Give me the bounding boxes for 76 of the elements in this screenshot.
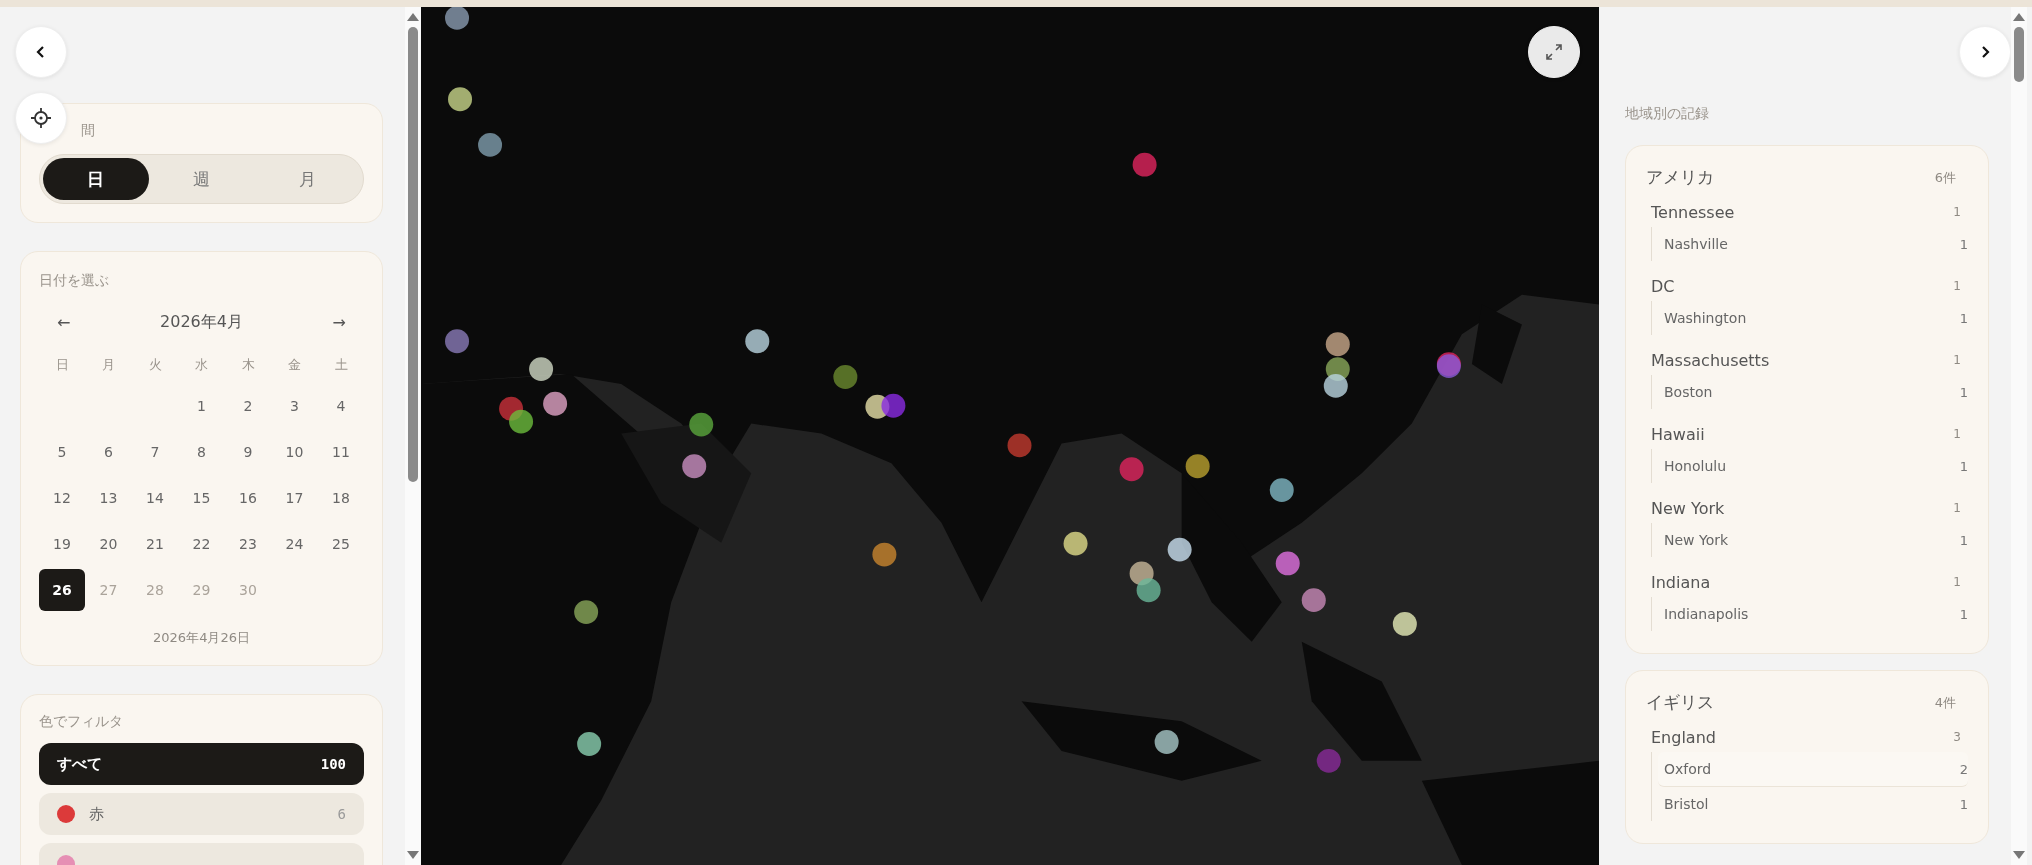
calendar-day[interactable]: 3 — [271, 385, 318, 427]
period-option[interactable]: 週 — [148, 158, 255, 200]
calendar-day[interactable]: 24 — [271, 523, 318, 565]
calendar-day[interactable]: 8 — [178, 431, 225, 473]
color-filter-item[interactable]: 赤 6 — [39, 793, 364, 835]
calendar-day[interactable]: 11 — [318, 431, 364, 473]
scrollbar[interactable] — [2011, 7, 2027, 865]
city-row[interactable]: Nashville 1 — [1658, 227, 1968, 261]
locate-button[interactable] — [15, 92, 67, 144]
selected-date: 2026年4月26日 — [152, 629, 251, 647]
calendar-day[interactable]: 5 — [39, 431, 85, 473]
record-count: 6件 — [1934, 168, 1956, 187]
expand-icon — [1544, 42, 1564, 62]
calendar-day[interactable]: 7 — [132, 431, 178, 473]
calendar-day[interactable]: 2 — [225, 385, 271, 427]
country-name: イギリス — [1646, 691, 1714, 714]
region-name: DC — [1651, 276, 1675, 296]
calendar-day[interactable]: 13 — [85, 477, 132, 519]
record-count: 1 — [1953, 279, 1961, 293]
city-row[interactable]: Honolulu 1 — [1658, 449, 1968, 483]
region-name: Massachusetts — [1651, 350, 1770, 370]
calendar-day[interactable]: 16 — [225, 477, 271, 519]
region-name: New York — [1651, 498, 1725, 518]
city-row[interactable]: Boston 1 — [1658, 375, 1968, 409]
calendar-day[interactable]: 9 — [225, 431, 271, 473]
calendar-day[interactable]: 15 — [178, 477, 225, 519]
weekday-label: 日 — [54, 356, 70, 374]
record-count: 1 — [1953, 427, 1961, 441]
calendar-day[interactable]: 20 — [85, 523, 132, 565]
record-count: 3 — [1953, 730, 1961, 744]
section-title: 間 — [80, 122, 96, 140]
month-label: 2026年4月 — [160, 312, 243, 333]
region-name: Tennessee — [1651, 202, 1735, 222]
next-month-button[interactable]: → — [324, 313, 354, 332]
calendar-day[interactable]: 10 — [271, 431, 318, 473]
city-row[interactable]: Bristol 1 — [1658, 787, 1968, 821]
region-name: Hawaii — [1651, 424, 1705, 444]
region-name: England — [1651, 727, 1716, 747]
weekday-label: 木 — [240, 356, 256, 374]
calendar-day[interactable]: 17 — [271, 477, 318, 519]
period-option[interactable]: 日 — [43, 158, 149, 200]
record-count: 1 — [1953, 353, 1961, 367]
section-title: 地域別の記録 — [1625, 105, 1710, 123]
calendar-day[interactable]: 4 — [318, 385, 364, 427]
region-name: Indiana — [1651, 572, 1711, 592]
section-title: 色でフィルタ — [39, 713, 124, 731]
city-row[interactable]: New York 1 — [1658, 523, 1968, 557]
calendar-day[interactable]: 22 — [178, 523, 225, 565]
crosshair-icon — [30, 107, 52, 129]
section-title: 日付を選ぶ — [39, 272, 110, 290]
record-count: 1 — [1953, 501, 1961, 515]
country-name: アメリカ — [1646, 166, 1714, 189]
calendar-day[interactable]: 18 — [318, 477, 364, 519]
weekday-label: 金 — [287, 356, 302, 374]
weekday-label: 水 — [194, 356, 209, 374]
previous-month-button[interactable]: ← — [49, 313, 79, 332]
scrollbar[interactable] — [405, 7, 421, 865]
calendar-day[interactable]: 6 — [85, 431, 132, 473]
record-count: 4件 — [1934, 693, 1956, 712]
record-count: 1 — [1953, 575, 1961, 589]
calendar-day[interactable]: 14 — [132, 477, 178, 519]
calendar-day[interactable]: 26 — [39, 569, 85, 611]
city-row[interactable]: Washington 1 — [1658, 301, 1968, 335]
record-count: 1 — [1953, 205, 1961, 219]
color-filter-item[interactable]: すべて 100 — [39, 743, 364, 785]
city-row[interactable]: Indianapolis 1 — [1658, 597, 1968, 631]
weekday-label: 土 — [333, 356, 349, 374]
calendar-day[interactable]: 19 — [39, 523, 85, 565]
calendar-day[interactable]: 21 — [132, 523, 178, 565]
calendar-day[interactable]: 23 — [225, 523, 271, 565]
calendar-day[interactable]: 25 — [318, 523, 364, 565]
calendar-day[interactable]: 12 — [39, 477, 85, 519]
calendar-day[interactable]: 1 — [178, 385, 225, 427]
weekday-label: 火 — [147, 356, 163, 374]
weekday-label: 月 — [101, 356, 116, 374]
period-option[interactable]: 月 — [254, 158, 360, 200]
